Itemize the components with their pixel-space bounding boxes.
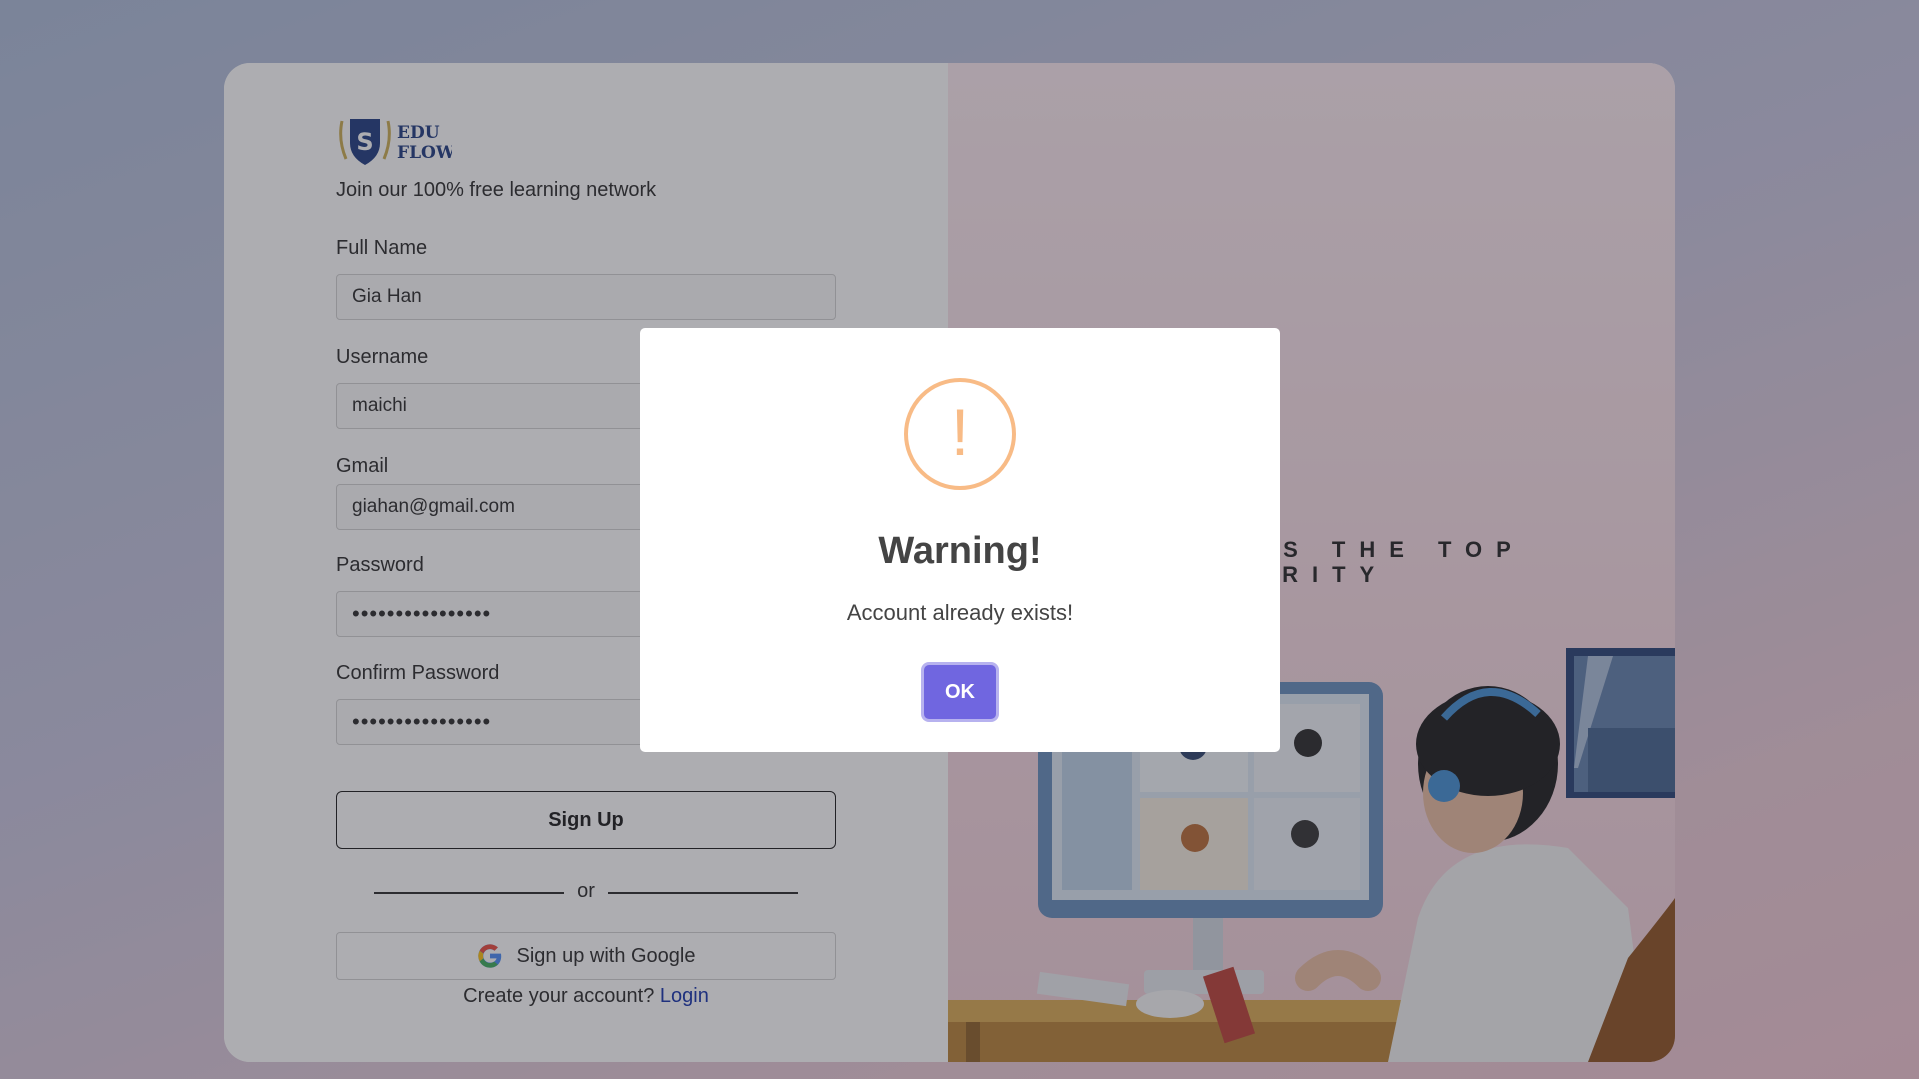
warning-dialog: ! Warning! Account already exists! OK: [640, 328, 1280, 752]
warning-icon-glyph: !: [950, 395, 970, 469]
dialog-message: Account already exists!: [846, 600, 1074, 625]
dialog-title: Warning!: [878, 530, 1042, 572]
ok-button[interactable]: OK: [924, 665, 996, 719]
warning-icon: !: [904, 378, 1016, 490]
